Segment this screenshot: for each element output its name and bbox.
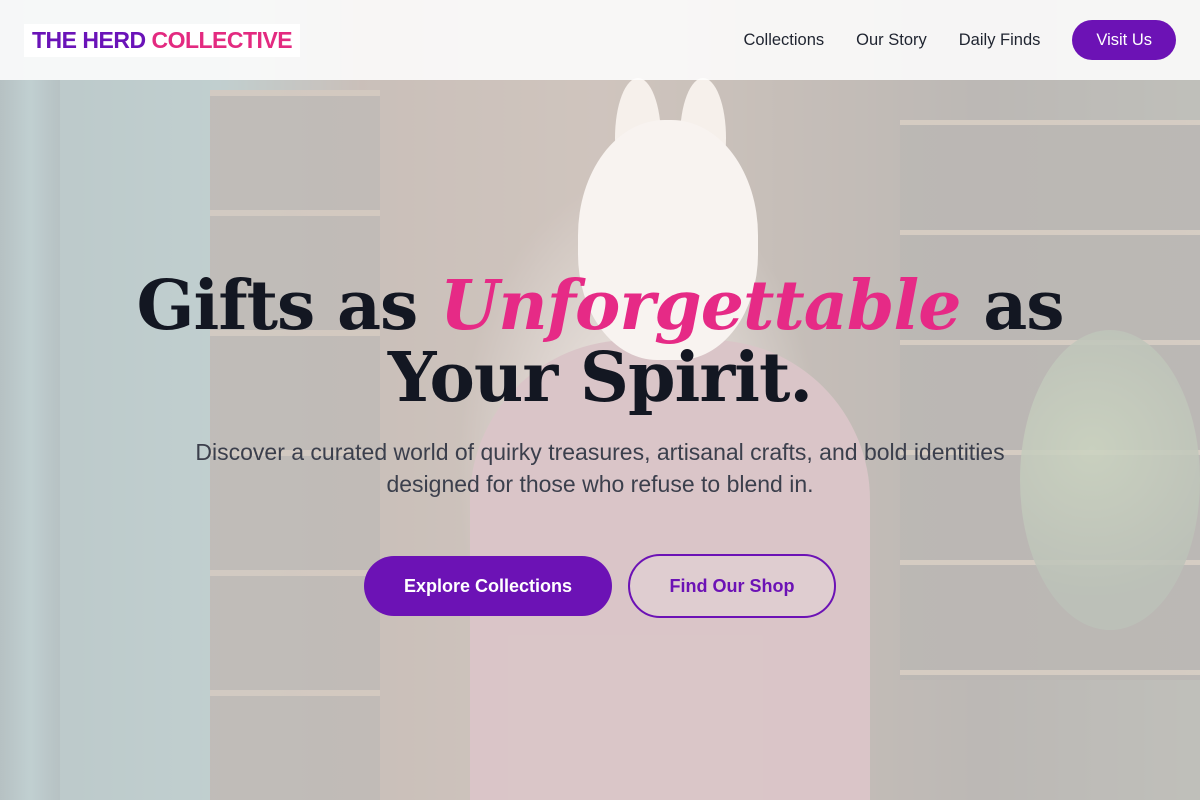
brand-logo-part2: COLLECTIVE <box>151 26 293 53</box>
hero-section: Gifts as Unforgettable as Your Spirit. D… <box>0 270 1200 618</box>
headline-line2: Your Spirit. <box>387 338 813 418</box>
brand-logo[interactable]: THE HERD COLLECTIVE <box>24 23 301 57</box>
explore-collections-button[interactable]: Explore Collections <box>364 556 612 616</box>
brand-logo-part1: THE HERD <box>32 26 146 53</box>
headline-accent: Unforgettable <box>440 266 962 346</box>
nav-link-our-story[interactable]: Our Story <box>856 31 927 50</box>
headline-start: Gifts as <box>136 266 418 346</box>
hero-cta-row: Explore Collections Find Our Shop <box>0 554 1200 618</box>
hero-subtitle: Discover a curated world of quirky treas… <box>195 439 1005 497</box>
hero-headline: Gifts as Unforgettable as Your Spirit. <box>0 270 1200 414</box>
site-header: THE HERD COLLECTIVE Collections Our Stor… <box>0 0 1200 80</box>
nav-link-collections[interactable]: Collections <box>743 31 824 50</box>
find-our-shop-button[interactable]: Find Our Shop <box>628 554 836 618</box>
headline-end: as <box>983 266 1064 346</box>
main-nav: Collections Our Story Daily Finds Visit … <box>711 20 1176 60</box>
nav-link-daily-finds[interactable]: Daily Finds <box>959 31 1041 50</box>
visit-us-button[interactable]: Visit Us <box>1072 20 1176 60</box>
